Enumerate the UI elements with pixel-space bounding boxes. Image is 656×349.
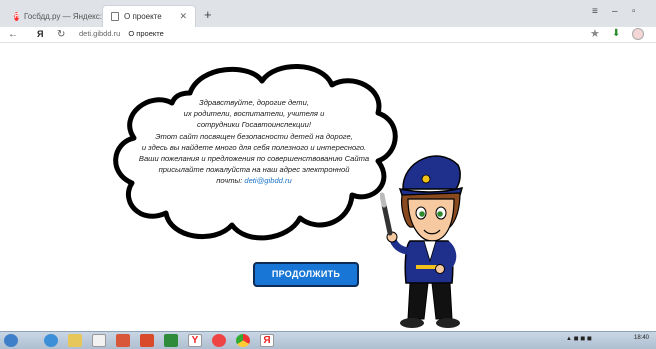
start-icon[interactable]: [4, 334, 18, 347]
email-line: почты: deti@gibdd.ru: [128, 175, 380, 186]
ie-icon[interactable]: [44, 334, 58, 347]
greeting-line: и здесь вы найдете много для себя полезн…: [141, 142, 367, 152]
greeting-line: присылайте пожалуйста на наш адрес элект…: [158, 165, 350, 175]
greeting-line: сотрудники Госавтоинспекции!: [197, 120, 311, 130]
yandex-logo-icon[interactable]: Я: [37, 28, 43, 41]
continue-button[interactable]: ПРОДОЛЖИТЬ: [253, 262, 359, 287]
tab-label: Госбдд.ру — Яндекс: н: [24, 11, 109, 21]
greeting-line: их родители, воспитатели, учителя и: [183, 109, 325, 119]
app-icon[interactable]: [140, 334, 154, 347]
address-bar: ← Я ↻ deti.gibdd.ru О проекте ★ ⬇: [0, 27, 656, 43]
reload-icon[interactable]: ↻: [57, 28, 65, 41]
greeting-text: Здравствуйте, дорогие дети, их родители,…: [128, 97, 380, 187]
opera-icon[interactable]: [212, 334, 226, 347]
media-icon[interactable]: [116, 334, 130, 347]
yandex-favicon-icon: Я: [14, 11, 20, 21]
yandex-icon[interactable]: Я: [260, 334, 274, 347]
email-prefix: почты:: [216, 176, 245, 186]
folder-icon[interactable]: [68, 334, 82, 347]
url-field[interactable]: deti.gibdd.ru О проекте: [79, 29, 164, 38]
menu-icon[interactable]: ≡: [592, 6, 598, 17]
new-tab-button[interactable]: +: [204, 7, 212, 22]
page-favicon-icon: [111, 12, 119, 21]
tab-label: О проекте: [124, 12, 162, 21]
tab-about-project[interactable]: О проекте ✕: [102, 5, 196, 27]
page-content: Здравствуйте, дорогие дети, их родители,…: [0, 43, 656, 331]
url-page-title: О проекте: [128, 29, 164, 38]
yandex-browser-icon[interactable]: Y: [188, 334, 202, 347]
tray-icons[interactable]: ▲ ◼ ◼ ◼: [566, 335, 592, 342]
close-tab-icon[interactable]: ✕: [179, 11, 187, 22]
bookmark-star-icon[interactable]: ★: [590, 27, 600, 40]
email-link[interactable]: deti@gibdd.ru: [244, 176, 291, 185]
url-text: deti.gibdd.ru: [79, 29, 121, 38]
tab-yandex-search[interactable]: Я Госбдд.ру — Яндекс: н: [6, 5, 109, 27]
greeting-line: Этот сайт посвящен безопасности детей на…: [155, 131, 353, 141]
back-arrow-icon[interactable]: ←: [8, 28, 18, 41]
extension-icon[interactable]: [632, 28, 644, 40]
greeting-line: Ваши пожелания и предложения по совершен…: [138, 154, 370, 164]
chrome-icon[interactable]: [236, 334, 250, 347]
clock[interactable]: 18:40: [634, 335, 649, 341]
excel-icon[interactable]: [164, 334, 178, 347]
speech-cloud: [113, 64, 398, 241]
browser-tab-bar: Я Госбдд.ру — Яндекс: н О проекте ✕ + ≡ …: [0, 0, 656, 28]
boy-inspector-illustration: [380, 155, 464, 328]
document-icon[interactable]: [92, 334, 106, 347]
download-icon[interactable]: ⬇: [612, 28, 622, 39]
minimize-icon[interactable]: –: [612, 6, 618, 17]
greeting-line: Здравствуйте, дорогие дети,: [199, 98, 309, 107]
windows-taskbar: Y Я ▲ ◼ ◼ ◼ 18:40: [0, 331, 656, 349]
maximize-icon[interactable]: ▫: [632, 6, 636, 17]
